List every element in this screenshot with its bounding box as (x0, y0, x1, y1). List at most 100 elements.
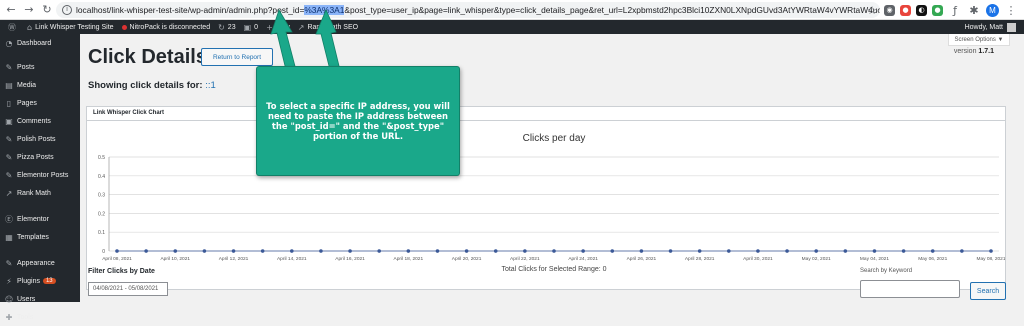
page-title: Click Details (88, 46, 207, 68)
address-bar[interactable]: i localhost/link-whisper-test-site/wp-ad… (56, 2, 880, 18)
howdy-user[interactable]: Howdy, Matt (965, 22, 1016, 32)
data-point (173, 249, 178, 253)
keyword-search-input[interactable] (860, 280, 960, 298)
formula-icon[interactable]: ƒ (948, 3, 962, 17)
arrow-left-icon[interactable]: ← (4, 3, 18, 17)
brush-icon: ✎ (5, 258, 13, 268)
sidebar-item-label: Users (17, 295, 36, 303)
x-tick-label: May 04, 2021 (860, 256, 889, 262)
data-point (639, 249, 644, 253)
extension-dark-icon[interactable]: ◐ (916, 4, 927, 16)
data-point (319, 249, 323, 253)
status-dot-icon (121, 24, 127, 30)
x-tick-label: April 20, 2021 (452, 256, 482, 262)
data-point (930, 249, 935, 253)
click-chart-panel: Link Whisper Click Chart Clicks per day 0… (86, 106, 1006, 290)
data-point (610, 249, 615, 253)
more-icon[interactable]: ⋮ (1004, 3, 1018, 17)
pin-icon: ✎ (5, 62, 13, 72)
date-range-input[interactable]: 04/08/2021 - 05/08/2021 (88, 282, 168, 296)
x-tick-label: May 02, 2021 (802, 256, 831, 262)
data-point (144, 249, 148, 253)
data-point (377, 249, 382, 253)
sidebar-item-elementor-posts[interactable]: ✎ Elementor Posts (0, 166, 80, 184)
sidebar-item-label: Elementor (17, 215, 49, 223)
star-icon[interactable]: ☆ (865, 3, 879, 17)
data-point (989, 249, 993, 253)
info-icon[interactable]: i (62, 5, 72, 15)
wp-logo-icon[interactable]: Ⓦ (8, 22, 19, 33)
rankmath-link[interactable]: ↗ Rank Math SEO (298, 23, 358, 32)
sidebar-item-tools[interactable]: ✚ Tools (0, 308, 80, 326)
sidebar-item-posts[interactable]: ✎ Posts (0, 58, 80, 76)
y-tick-label: 0 (102, 249, 105, 255)
sidebar-item-pizza-posts[interactable]: ✎ Pizza Posts (0, 148, 80, 166)
reload-icon[interactable]: ↻ (40, 3, 54, 17)
sidebar-item-label: Elementor Posts (17, 171, 69, 179)
profile-avatar[interactable]: M (986, 3, 999, 17)
sidebar-item-label: Dashboard (17, 39, 52, 47)
puzzle-icon[interactable]: ✱ (967, 3, 981, 17)
data-point (814, 249, 818, 253)
ip-address: ::1 (205, 80, 216, 91)
sidebar-item-users[interactable]: ☺ Users (0, 290, 80, 308)
updates-icon: ↻ (218, 22, 225, 32)
media-icon: ▤ (5, 80, 13, 90)
admin-sidebar: ◔ Dashboard ✎ Posts ▤ Media ▯ Pages ▣ Comments ✎ Po… (0, 34, 80, 322)
sidebar-item-label: Posts (17, 63, 35, 71)
camera-icon[interactable]: ◉ (884, 4, 895, 16)
callout-text: To select a specific IP address, you wil… (266, 101, 450, 141)
screen-options-button[interactable]: Screen Options ▼ (948, 34, 1010, 46)
user-avatar (1007, 22, 1016, 32)
x-tick-label: May 08, 2021 (976, 256, 1005, 262)
y-tick-label: 0.2 (98, 211, 105, 217)
keyword-label: Search by Keyword (860, 268, 913, 274)
pin-icon: ✎ (5, 152, 13, 162)
data-point (202, 249, 207, 253)
x-tick-label: April 22, 2021 (510, 256, 540, 262)
return-to-report-button[interactable]: Return to Report (201, 48, 273, 66)
pin-icon: ✎ (5, 170, 13, 180)
search-button[interactable]: Search (970, 282, 1006, 300)
sidebar-item-polish-posts[interactable]: ✎ Polish Posts (0, 130, 80, 148)
panel-title: Link Whisper Click Chart (87, 107, 1005, 121)
y-tick-label: 0.5 (98, 155, 105, 161)
updates-link[interactable]: ↻ 23 (218, 23, 236, 32)
nitropack-status[interactable]: NitroPack is disconnected (121, 24, 210, 31)
sidebar-item-pages[interactable]: ▯ Pages (0, 94, 80, 112)
data-point (727, 249, 731, 253)
extension-red-icon[interactable]: ● (900, 4, 911, 16)
data-point (901, 249, 906, 253)
sidebar-item-appearance[interactable]: ✎ Appearance (0, 254, 80, 272)
sidebar-item-comments[interactable]: ▣ Comments (0, 112, 80, 130)
arrow-right-icon[interactable]: → (22, 3, 36, 17)
url-prefix: localhost/link-whisper-test-site/wp-admi… (76, 5, 305, 15)
browser-toolbar: ← → ↻ i localhost/link-whisper-test-site… (0, 0, 1024, 20)
data-point (115, 249, 119, 253)
clicks-chart: Clicks per day 0 0.1 0.2 0.3 0.4 0.5 April 08, … (98, 133, 1005, 273)
sidebar-item-templates[interactable]: ▦ Templates (0, 228, 80, 246)
page-icon: ▯ (6, 98, 12, 108)
url-suffix: &post_type=user_ip&page=link_whisper&typ… (344, 5, 880, 15)
data-point (697, 249, 702, 253)
sidebar-item-label: Tools (17, 313, 34, 321)
x-tick-label: April 18, 2021 (394, 256, 424, 262)
sidebar-item-plugins[interactable]: ⚡ Plugins 13 (0, 272, 80, 290)
plugin-icon: ⚡ (6, 276, 12, 286)
new-content-link[interactable]: + New (266, 23, 290, 32)
chart-title: Clicks per day (523, 133, 586, 144)
sidebar-item-label: Pages (17, 99, 37, 107)
showing-details-heading: Showing click details for: ::1 (88, 80, 216, 91)
sidebar-item-rank-math[interactable]: ↗ Rank Math (0, 184, 80, 202)
sidebar-item-dashboard[interactable]: ◔ Dashboard (0, 34, 80, 52)
extension-green-icon[interactable]: ● (932, 4, 943, 16)
sidebar-item-media[interactable]: ▤ Media (0, 76, 80, 94)
x-tick-label: April 24, 2021 (568, 256, 598, 262)
sidebar-item-label: Rank Math (17, 189, 51, 197)
site-name-link[interactable]: ⌂ Link Whisper Testing Site (27, 23, 114, 32)
data-point (552, 249, 556, 253)
sidebar-item-elementor[interactable]: Ⓔ Elementor (0, 210, 80, 228)
sidebar-item-label: Pizza Posts (17, 153, 54, 161)
sidebar-item-label: Templates (17, 233, 49, 241)
comments-link[interactable]: ▣ 0 (244, 23, 258, 32)
